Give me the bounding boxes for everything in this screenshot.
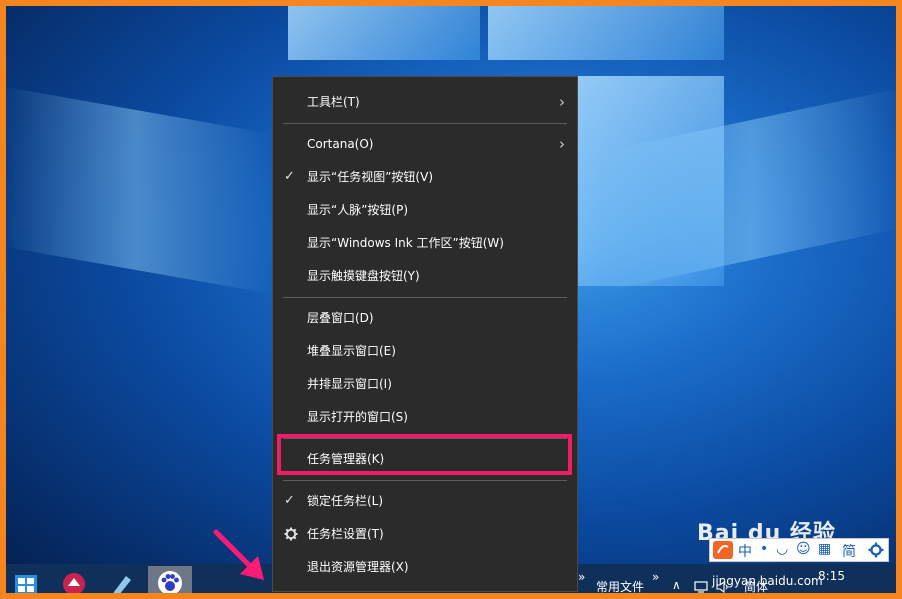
menu-item-exit-explorer[interactable]: 退出资源管理器(X) — [273, 552, 577, 582]
taskbar-context-menu: 工具栏(T) › Cortana(O) › ✓ 显示“任务视图”按钮(V) 显示… — [272, 76, 578, 592]
taskbar-app-paw[interactable] — [148, 566, 192, 599]
menu-item-label: Cortana(O) — [307, 137, 374, 151]
ime-settings-gear-icon[interactable] — [868, 542, 884, 558]
menu-item-lock-taskbar[interactable]: ✓ 锁定任务栏(L) — [273, 486, 577, 516]
toolbar-chevron-icon[interactable]: » — [578, 570, 585, 584]
pencil-icon — [113, 576, 131, 596]
menu-item-show-desktop-windows[interactable]: 显示打开的窗口(S) — [273, 402, 577, 432]
menu-item-label: 堆叠显示窗口(E) — [307, 344, 396, 358]
menu-separator — [283, 480, 567, 481]
menu-item-show-people[interactable]: 显示“人脉”按钮(P) — [273, 195, 577, 225]
menu-item-stack-windows[interactable]: 堆叠显示窗口(E) — [273, 336, 577, 366]
watermark-url: jingyan.baidu.com — [712, 574, 823, 588]
menu-item-label: 工具栏(T) — [307, 95, 360, 109]
menu-item-taskbar-settings[interactable]: 任务栏设置(T) — [273, 519, 577, 549]
ime-toolbar: 中 • ◡ ☺ ▦ 简 — [709, 538, 889, 562]
ime-emoji-icon[interactable]: ☺ — [796, 541, 811, 557]
check-icon: ✓ — [284, 169, 295, 184]
menu-item-side-by-side[interactable]: 并排显示窗口(I) — [273, 369, 577, 399]
network-icon[interactable] — [694, 581, 708, 593]
menu-item-label: 锁定任务栏(L) — [307, 494, 384, 508]
menu-item-cortana[interactable]: Cortana(O) › — [273, 129, 577, 159]
menu-item-label: 显示打开的窗口(S) — [307, 410, 408, 424]
taskbar-app-red[interactable] — [52, 566, 96, 599]
menu-item-show-touch-keyboard[interactable]: 显示触摸键盘按钮(Y) — [273, 261, 577, 291]
menu-item-cascade-windows[interactable]: 层叠窗口(D) — [273, 303, 577, 333]
toolbar-label-common-files[interactable]: 常用文件 — [596, 578, 644, 595]
menu-item-toolbars[interactable]: 工具栏(T) › — [273, 87, 577, 117]
window-grid-icon — [15, 575, 37, 594]
pointer-arrow-icon — [213, 529, 264, 580]
menu-item-show-windows-ink[interactable]: 显示“Windows Ink 工作区”按钮(W) — [273, 228, 577, 258]
menu-item-label: 并排显示窗口(I) — [307, 377, 392, 391]
taskbar-app-pencil[interactable] — [100, 566, 144, 599]
menu-item-label: 任务栏设置(T) — [307, 527, 384, 541]
ime-keyboard-icon[interactable]: ▦ — [818, 541, 831, 557]
tray-expand-icon[interactable]: ∧ — [672, 578, 681, 592]
menu-item-label: 退出资源管理器(X) — [307, 560, 409, 574]
chevron-right-icon: › — [559, 93, 565, 111]
toolbar-chevron-icon[interactable]: » — [652, 570, 659, 584]
menu-item-label: 显示“Windows Ink 工作区”按钮(W) — [307, 236, 504, 250]
paw-icon — [158, 571, 182, 595]
menu-item-label: 显示“人脉”按钮(P) — [307, 203, 409, 217]
chevron-right-icon: › — [559, 135, 565, 153]
menu-item-label: 层叠窗口(D) — [307, 311, 374, 325]
window-logo-pane — [488, 0, 724, 60]
menu-item-show-task-view[interactable]: ✓ 显示“任务视图”按钮(V) — [273, 162, 577, 192]
menu-separator — [283, 297, 567, 298]
menu-item-label: 任务管理器(K) — [307, 452, 385, 466]
menu-separator — [283, 123, 567, 124]
app-circle-icon — [63, 573, 85, 595]
menu-item-label: 显示“任务视图”按钮(V) — [307, 170, 434, 184]
ime-chinese-mode[interactable]: 中 — [738, 541, 752, 561]
menu-item-label: 显示触摸键盘按钮(Y) — [307, 269, 420, 283]
gear-icon — [284, 519, 298, 549]
light-beam — [0, 86, 272, 294]
window-logo-pane — [288, 0, 480, 60]
ime-moon-icon[interactable]: ◡ — [776, 541, 788, 557]
taskbar-app-file-explorer[interactable] — [4, 566, 48, 599]
sogou-logo-icon[interactable] — [713, 541, 733, 559]
ime-simplified[interactable]: 简 — [842, 541, 856, 561]
menu-item-task-manager[interactable]: 任务管理器(K) — [273, 444, 577, 474]
ime-punctuation[interactable]: • — [760, 541, 768, 557]
menu-separator — [283, 438, 567, 439]
check-icon: ✓ — [284, 493, 295, 508]
